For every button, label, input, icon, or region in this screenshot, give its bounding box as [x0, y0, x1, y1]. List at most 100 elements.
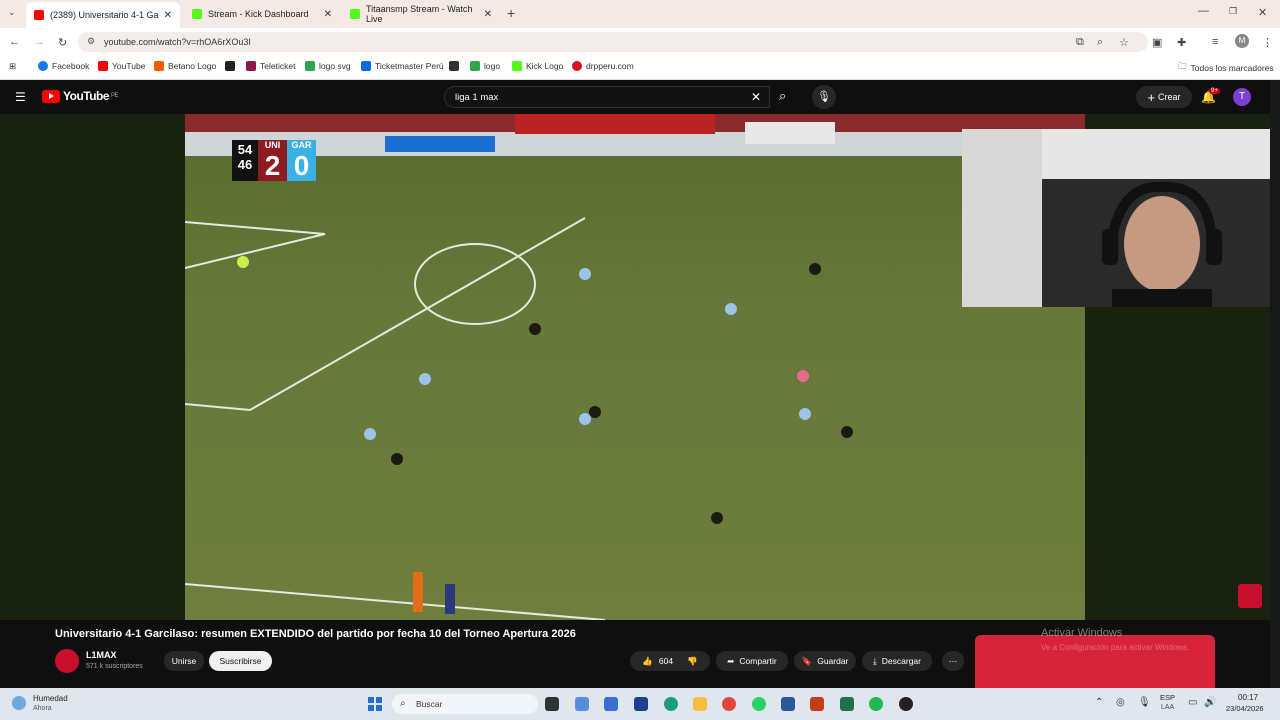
leaf-icon: [305, 61, 315, 71]
forward-icon[interactable]: →: [34, 36, 45, 48]
install-app-icon[interactable]: ⧉: [1076, 36, 1084, 49]
video-title: Universitario 4-1 Garcilaso: resumen EXT…: [55, 628, 576, 640]
chrome-icon[interactable]: [722, 697, 736, 711]
bookmark-facebook[interactable]: Facebook: [38, 61, 89, 71]
bookmark-logo[interactable]: logo: [470, 61, 500, 71]
url-input[interactable]: ⚙ youtube.com/watch?v=rhOA6rXOu3I: [78, 32, 1148, 52]
dislike-icon[interactable]: 👎: [687, 656, 698, 667]
extensions-puzzle-icon[interactable]: ✚: [1177, 36, 1186, 49]
new-tab-button[interactable]: +: [507, 5, 515, 21]
youtube-icon: [98, 61, 108, 71]
bookmark-label: Kick Logo: [526, 61, 564, 71]
windows-start-icon[interactable]: [368, 697, 382, 711]
url-text: youtube.com/watch?v=rhOA6rXOu3I: [104, 37, 251, 47]
keyboard-layout: LAA: [1161, 704, 1175, 711]
weather-icon[interactable]: [12, 696, 26, 710]
search-icon[interactable]: ⌕: [779, 88, 786, 104]
network-icon[interactable]: ▭: [1188, 697, 1197, 708]
tab-youtube[interactable]: (2389) Universitario 4-1 Ga ✕: [26, 2, 180, 28]
reading-list-icon[interactable]: ≡: [1212, 36, 1218, 48]
tray-mic-icon[interactable]: 🎙: [1138, 697, 1151, 708]
tab-close-icon[interactable]: ✕: [164, 10, 172, 21]
bookmark-logo-svg[interactable]: logo svg: [305, 61, 351, 71]
keyboard-language[interactable]: ESP: [1160, 693, 1175, 702]
minimize-button[interactable]: —: [1198, 5, 1209, 17]
taskbar-search-input[interactable]: ⌕ Buscar: [392, 694, 538, 714]
obs-icon[interactable]: [899, 697, 913, 711]
bookmark-ticketmaster[interactable]: Ticketmaster Perú: [361, 61, 444, 71]
app-icon[interactable]: [575, 697, 589, 711]
weather-label[interactable]: Humedad: [33, 694, 68, 703]
volume-icon[interactable]: 🔊: [1204, 697, 1216, 708]
facebook-icon: [38, 61, 48, 71]
notification-badge: 9+: [1209, 88, 1220, 94]
weather-sub: Ahora: [33, 705, 52, 712]
bookmark-youtube[interactable]: YouTube: [98, 61, 145, 71]
browser-menu-icon[interactable]: ⋮: [1262, 36, 1273, 49]
bookmark-betano[interactable]: Betano Logo: [154, 61, 216, 71]
outlook-icon[interactable]: [604, 697, 618, 711]
kick-favicon-icon: [350, 9, 360, 19]
reload-icon[interactable]: ↻: [58, 36, 67, 49]
extension-icon[interactable]: ▣: [1152, 36, 1162, 49]
create-button[interactable]: + Crear: [1136, 86, 1192, 108]
apps-grid-icon[interactable]: ⊞: [9, 61, 16, 72]
tab-list-chevron-icon[interactable]: ⌄: [8, 7, 16, 18]
excel-icon[interactable]: [840, 697, 854, 711]
like-count[interactable]: 604: [659, 656, 673, 666]
tab-close-icon[interactable]: ✕: [484, 9, 492, 20]
tab-kick-titaansmp[interactable]: Titaansmp Stream - Watch Live ✕: [342, 4, 500, 24]
bookmark-drpperu[interactable]: drpperu.com: [572, 61, 634, 71]
channel-watermark-icon[interactable]: [1238, 584, 1262, 608]
bookmark-star-icon[interactable]: ☆: [1119, 36, 1129, 49]
share-button[interactable]: ➦ Compartir: [716, 651, 788, 671]
spotify-icon[interactable]: [869, 697, 883, 711]
search-input[interactable]: liga 1 max ✕: [444, 86, 770, 108]
file-explorer-icon[interactable]: [693, 697, 707, 711]
plus-icon: +: [1147, 89, 1156, 105]
video-player[interactable]: [185, 114, 1085, 620]
bookmark-teleticket[interactable]: Teleticket: [246, 61, 295, 71]
store-icon[interactable]: [634, 697, 648, 711]
tab-kick-dashboard[interactable]: Stream - Kick Dashboard ✕: [184, 4, 340, 24]
site-info-icon[interactable]: ⚙: [87, 36, 95, 47]
word-icon[interactable]: [781, 697, 795, 711]
task-view-icon[interactable]: [545, 697, 559, 711]
powerpoint-icon[interactable]: [810, 697, 824, 711]
more-actions-button[interactable]: ⋯: [942, 651, 964, 671]
maximize-button[interactable]: ❐: [1229, 6, 1237, 17]
save-button[interactable]: 🔖 Guardar: [794, 651, 856, 671]
tab-close-icon[interactable]: ✕: [324, 9, 332, 20]
zoom-icon[interactable]: ⌕: [1097, 36, 1103, 49]
channel-avatar[interactable]: [55, 649, 79, 673]
youtube-logo[interactable]: YouTube PE: [42, 89, 119, 103]
tray-overflow-icon[interactable]: ⌃: [1095, 697, 1103, 708]
subscribe-button[interactable]: Suscribirse: [209, 651, 272, 671]
profile-avatar[interactable]: M: [1235, 34, 1249, 48]
bookmark-unnamed[interactable]: [225, 61, 239, 71]
join-button[interactable]: Unirse: [164, 651, 204, 671]
bookmark-label: logo svg: [319, 61, 351, 71]
all-bookmarks-folder[interactable]: 🗀 Todos los marcadores: [1178, 61, 1274, 75]
bookmark-label: Betano Logo: [168, 61, 217, 71]
clear-search-icon[interactable]: ✕: [751, 90, 761, 104]
clock-time[interactable]: 00:17: [1238, 693, 1258, 702]
search-value: liga 1 max: [455, 91, 499, 103]
edge-icon[interactable]: [664, 697, 678, 711]
whatsapp-icon[interactable]: [752, 697, 766, 711]
bookmark-kick-logo[interactable]: Kick Logo: [512, 61, 563, 71]
like-icon[interactable]: 👍: [642, 656, 653, 667]
download-button[interactable]: ⤓ Descargar: [862, 651, 932, 671]
home-team-score: UNI 2: [258, 140, 287, 181]
voice-search-icon[interactable]: 🎙: [812, 85, 836, 109]
back-icon[interactable]: ←: [9, 36, 20, 48]
scoreboard: 54 46 UNI 2 GAR 0: [232, 140, 316, 181]
close-window-button[interactable]: ✕: [1258, 6, 1267, 19]
tray-app-icon[interactable]: ◎: [1116, 697, 1125, 708]
page-scrollbar[interactable]: [1270, 80, 1280, 688]
hamburger-menu-icon[interactable]: ☰: [15, 90, 26, 104]
channel-name[interactable]: L1MAX: [86, 650, 117, 660]
bookmark-unnamed-2[interactable]: [449, 61, 463, 71]
user-avatar[interactable]: T: [1233, 88, 1251, 106]
streamer-webcam-image: [962, 129, 1280, 307]
